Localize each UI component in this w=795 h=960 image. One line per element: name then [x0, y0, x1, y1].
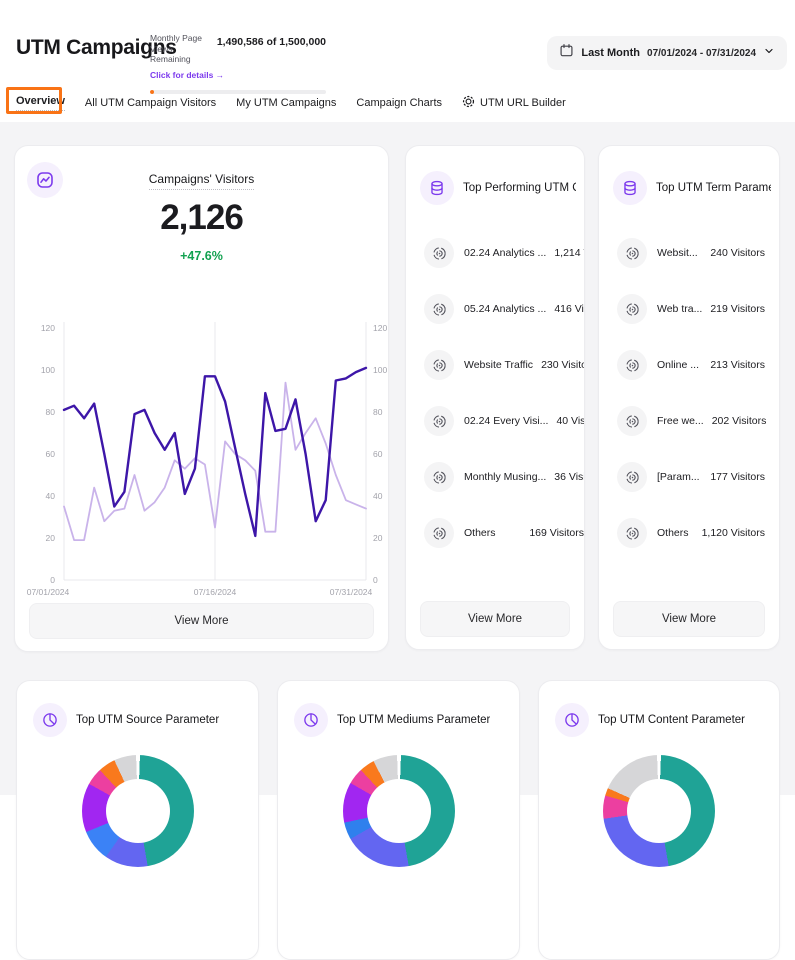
- list-item: Others 169 Visitors: [406, 505, 584, 561]
- top-utm-term-card: Top UTM Term Parameter Websit... 240 Vis…: [598, 145, 780, 650]
- campaign-list: 02.24 Analytics ... 1,214 Visitors 05.24…: [406, 225, 584, 561]
- svg-text:20: 20: [373, 533, 383, 543]
- tab-campaign-charts[interactable]: Campaign Charts: [356, 97, 442, 109]
- visitors-change-badge: +47.6%: [15, 249, 388, 263]
- content-donut-chart: [603, 755, 715, 867]
- svg-text:40: 40: [373, 491, 383, 501]
- card-title: Top UTM Content Parameter: [598, 714, 745, 726]
- top-performing-card: Top Performing UTM Camp... 02.24 Analyti…: [405, 145, 585, 650]
- page-views-value: 1,490,586 of 1,500,000: [217, 36, 326, 48]
- date-preset-label: Last Month: [581, 47, 640, 59]
- top-utm-mediums-card: Top UTM Mediums Parameter: [277, 680, 520, 960]
- list-item: Web tra... 219 Visitors: [599, 281, 779, 337]
- list-item: 02.24 Analytics ... 1,214 Visitors: [406, 225, 584, 281]
- dashboard-content: Campaigns' Visitors 2,126 +47.6% 0 0 20 20 4…: [0, 122, 795, 795]
- pie-chart-icon: [33, 703, 67, 737]
- svg-text:0: 0: [373, 575, 378, 585]
- date-range-value: 07/01/2024 - 07/31/2024: [647, 48, 756, 59]
- page-views-remaining: Monthly Page Views Remaining 1,490,586 o…: [150, 33, 326, 94]
- card-title: Top UTM Source Parameter: [76, 714, 219, 726]
- campaign-icon: [617, 238, 647, 268]
- svg-text:80: 80: [373, 407, 383, 417]
- campaign-icon: [617, 462, 647, 492]
- calendar-icon: [559, 43, 574, 63]
- svg-text:07/16/2024: 07/16/2024: [194, 587, 237, 597]
- svg-text:07/31/2024: 07/31/2024: [330, 587, 373, 597]
- card-title: Top Performing UTM Camp...: [463, 182, 576, 194]
- svg-text:100: 100: [373, 365, 387, 375]
- list-item: 02.24 Every Visi... 40 Visitors: [406, 393, 584, 449]
- campaign-icon: [617, 518, 647, 548]
- svg-text:100: 100: [41, 365, 55, 375]
- card-title: Campaigns' Visitors: [15, 172, 388, 186]
- view-more-button[interactable]: View More: [613, 601, 765, 637]
- svg-text:120: 120: [41, 323, 55, 333]
- list-item: Websit... 240 Visitors: [599, 225, 779, 281]
- svg-text:07/01/2024: 07/01/2024: [27, 587, 70, 597]
- list-item: 05.24 Analytics ... 416 Visitors: [406, 281, 584, 337]
- list-item: Website Traffic 230 Visitors: [406, 337, 584, 393]
- list-item: Free we... 202 Visitors: [599, 393, 779, 449]
- gear-icon: [462, 95, 475, 111]
- tab-utm-url-builder[interactable]: UTM URL Builder: [462, 95, 566, 111]
- card-title: Top UTM Term Parameter: [656, 182, 771, 194]
- svg-text:40: 40: [46, 491, 56, 501]
- campaign-icon: [617, 294, 647, 324]
- source-donut-chart: [82, 755, 194, 867]
- svg-text:60: 60: [46, 449, 56, 459]
- view-more-button[interactable]: View More: [420, 601, 570, 637]
- database-icon: [613, 171, 647, 205]
- svg-text:0: 0: [50, 575, 55, 585]
- campaign-icon: [424, 294, 454, 324]
- campaign-icon: [424, 406, 454, 436]
- list-item: Others 1,120 Visitors: [599, 505, 779, 561]
- campaign-icon: [424, 518, 454, 548]
- card-title: Top UTM Mediums Parameter: [337, 714, 490, 726]
- campaign-icon: [617, 406, 647, 436]
- svg-text:80: 80: [46, 407, 56, 417]
- campaign-icon: [424, 462, 454, 492]
- svg-text:20: 20: [46, 533, 56, 543]
- term-list: Websit... 240 Visitors Web tra... 219 Vi…: [599, 225, 779, 561]
- campaign-icon: [617, 350, 647, 380]
- visitors-total: 2,126: [15, 198, 388, 238]
- tab-overview[interactable]: Overview: [16, 95, 65, 111]
- view-more-button[interactable]: View More: [29, 603, 374, 639]
- svg-text:120: 120: [373, 323, 387, 333]
- svg-text:60: 60: [373, 449, 383, 459]
- campaign-icon: [424, 350, 454, 380]
- database-icon: [420, 171, 454, 205]
- tab-bar: Overview All UTM Campaign Visitors My UT…: [16, 88, 566, 118]
- page-header: UTM Campaigns Monthly Page Views Remaini…: [0, 0, 795, 122]
- page-views-label: Monthly Page Views Remaining: [150, 33, 213, 65]
- pie-chart-icon: [555, 703, 589, 737]
- top-utm-content-card: Top UTM Content Parameter: [538, 680, 780, 960]
- campaigns-visitors-card: Campaigns' Visitors 2,126 +47.6% 0 0 20 20 4…: [14, 145, 389, 652]
- click-for-details-link[interactable]: Click for details →: [150, 70, 224, 80]
- campaign-icon: [424, 238, 454, 268]
- list-item: Online ... 213 Visitors: [599, 337, 779, 393]
- list-item: [Param... 177 Visitors: [599, 449, 779, 505]
- date-range-picker[interactable]: Last Month 07/01/2024 - 07/31/2024: [547, 36, 787, 70]
- visitors-line-chart: 0 0 20 20 40 40 60 60 80 80 100 100 120 120 07/01/2024…: [15, 312, 389, 604]
- top-utm-source-card: Top UTM Source Parameter: [16, 680, 259, 960]
- mediums-donut-chart: [343, 755, 455, 867]
- tab-all-utm-campaign-visitors[interactable]: All UTM Campaign Visitors: [85, 97, 216, 109]
- line-chart-icon: [27, 162, 63, 198]
- tab-my-utm-campaigns[interactable]: My UTM Campaigns: [236, 97, 336, 109]
- list-item: Monthly Musing... 36 Visitors: [406, 449, 584, 505]
- chevron-down-icon: [763, 44, 775, 62]
- pie-chart-icon: [294, 703, 328, 737]
